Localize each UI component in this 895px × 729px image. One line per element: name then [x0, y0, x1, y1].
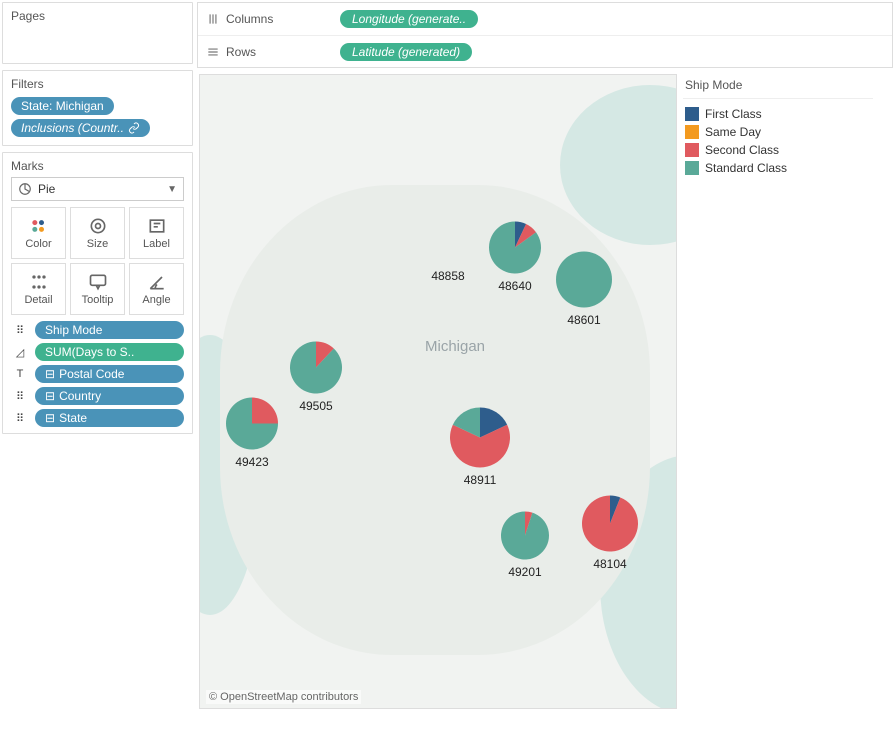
legend-label: Same Day — [705, 125, 761, 139]
pie-mark[interactable] — [489, 222, 541, 277]
legend-label: First Class — [705, 107, 762, 121]
pie-label: 48601 — [567, 313, 600, 327]
marks-label-button[interactable]: Label — [129, 207, 184, 259]
marks-color-label: Color — [25, 238, 51, 250]
mark-field-angle[interactable]: ◿ SUM(Days to S.. — [11, 343, 184, 361]
angle-icon — [147, 272, 167, 292]
label-icon — [147, 216, 167, 236]
shelves: Columns Longitude (generate.. Rows Latit… — [197, 2, 893, 68]
legend-label: Second Class — [705, 143, 779, 157]
pie-mark[interactable] — [556, 252, 612, 311]
legend-swatch — [685, 107, 699, 121]
pie-mark[interactable] — [501, 512, 549, 563]
marks-detail-button[interactable]: Detail — [11, 263, 66, 315]
detail-icon — [29, 272, 49, 292]
chevron-down-icon: ▼ — [167, 184, 177, 195]
mark-field-country-pill[interactable]: ⊟Country — [35, 387, 184, 405]
rows-shelf[interactable]: Rows Latitude (generated) — [198, 35, 892, 67]
marks-card: Marks Pie ▼ Color Size — [2, 152, 193, 434]
pie-label: 48640 — [498, 279, 531, 293]
legend-item[interactable]: Standard Class — [683, 159, 873, 177]
marks-title: Marks — [11, 159, 184, 173]
legend-item[interactable]: Second Class — [683, 141, 873, 159]
filter-pill-state[interactable]: State: Michigan — [11, 97, 114, 115]
pie-label: 48911 — [464, 473, 496, 487]
detail-small-icon-2: ⠿ — [11, 412, 29, 425]
marks-angle-button[interactable]: Angle — [129, 263, 184, 315]
pie-label: 49423 — [235, 455, 268, 469]
rows-pill[interactable]: Latitude (generated) — [340, 43, 472, 61]
legend-swatch — [685, 143, 699, 157]
legend-label: Standard Class — [705, 161, 787, 175]
legend-item[interactable]: Same Day — [683, 123, 873, 141]
filter-pill-inclusions[interactable]: Inclusions (Countr.. — [11, 119, 150, 137]
size-icon — [88, 216, 108, 236]
mark-field-detail-state[interactable]: ⠿ ⊟State — [11, 409, 184, 427]
link-icon — [128, 122, 140, 134]
marks-angle-label: Angle — [142, 294, 170, 306]
legend: Ship Mode First Class Same Day Second Clas… — [683, 74, 873, 709]
mark-field-label-pill[interactable]: ⊟Postal Code — [35, 365, 184, 383]
mark-type-label: Pie — [38, 182, 55, 196]
legend-swatch — [685, 161, 699, 175]
rows-icon — [206, 45, 220, 59]
pie-icon — [18, 182, 32, 196]
mark-type-dropdown[interactable]: Pie ▼ — [11, 177, 184, 201]
mark-field-angle-pill[interactable]: SUM(Days to S.. — [35, 343, 184, 361]
marks-detail-label: Detail — [24, 294, 52, 306]
pie-label: 48858 — [431, 269, 464, 283]
columns-shelf[interactable]: Columns Longitude (generate.. — [198, 3, 892, 35]
columns-pill[interactable]: Longitude (generate.. — [340, 10, 478, 28]
columns-label: Columns — [226, 12, 273, 26]
pie-label: 49505 — [299, 399, 332, 413]
legend-item[interactable]: First Class — [683, 105, 873, 123]
detail-small-icon: ⠿ — [11, 390, 29, 403]
marks-size-label: Size — [87, 238, 108, 250]
pie-label: 48104 — [593, 557, 626, 571]
filters-shelf[interactable]: Filters State: Michigan Inclusions (Coun… — [2, 70, 193, 146]
pie-label: 49201 — [508, 565, 541, 579]
mark-field-color[interactable]: ⠿ Ship Mode — [11, 321, 184, 339]
marks-tooltip-label: Tooltip — [82, 294, 114, 306]
pages-shelf[interactable]: Pages — [2, 2, 193, 64]
map-state-label: Michigan — [425, 338, 485, 355]
pie-mark[interactable] — [290, 342, 342, 397]
mark-field-state-pill[interactable]: ⊟State — [35, 409, 184, 427]
filters-title: Filters — [11, 77, 184, 91]
pie-mark[interactable] — [450, 408, 510, 471]
color-dots-icon: ⠿ — [11, 324, 29, 337]
rows-label: Rows — [226, 45, 256, 59]
tooltip-icon — [88, 272, 108, 292]
marks-label-label: Label — [143, 238, 170, 250]
marks-size-button[interactable]: Size — [70, 207, 125, 259]
filter-pill-inclusions-label: Inclusions (Countr.. — [21, 121, 124, 135]
mark-field-label[interactable]: T ⊟Postal Code — [11, 365, 184, 383]
columns-icon — [206, 12, 220, 26]
map-viz[interactable]: Michigan © OpenStreetMap contributors 48… — [199, 74, 677, 709]
map-attribution: © OpenStreetMap contributors — [206, 690, 361, 704]
mark-field-detail-country[interactable]: ⠿ ⊟Country — [11, 387, 184, 405]
marks-color-button[interactable]: Color — [11, 207, 66, 259]
color-icon — [29, 216, 49, 236]
pages-title: Pages — [11, 9, 184, 23]
pie-mark[interactable] — [226, 398, 278, 453]
legend-title: Ship Mode — [683, 74, 873, 99]
legend-swatch — [685, 125, 699, 139]
mark-field-color-pill[interactable]: Ship Mode — [35, 321, 184, 339]
angle-small-icon: ◿ — [11, 346, 29, 359]
pie-mark[interactable] — [582, 496, 638, 555]
text-small-icon: T — [11, 368, 29, 380]
marks-tooltip-button[interactable]: Tooltip — [70, 263, 125, 315]
